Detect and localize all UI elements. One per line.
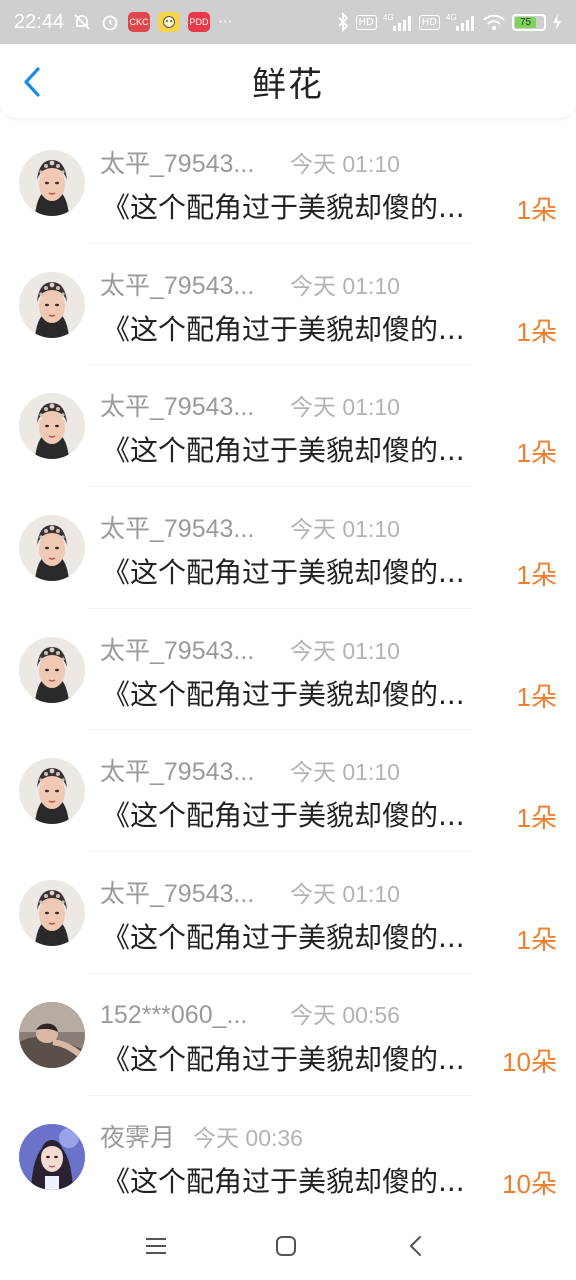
home-button[interactable]: [266, 1228, 306, 1264]
hd-icon: HD: [418, 14, 440, 30]
avatar[interactable]: [19, 271, 85, 338]
avatar[interactable]: [19, 758, 85, 825]
avatar[interactable]: [19, 636, 85, 703]
timestamp: 今天 01:10: [290, 637, 400, 664]
avatar[interactable]: [19, 1001, 85, 1068]
charging-icon: [552, 13, 562, 31]
book-title[interactable]: 《这个配角过于美貌却傻的...: [102, 673, 498, 713]
item-meta: 太平_79543... 今天 01:10: [100, 387, 400, 423]
list-item[interactable]: 太平_79543... 今天 01:10 《这个配角过于美貌却傻的... 1朵: [0, 487, 576, 609]
user-name[interactable]: 太平_79543...: [100, 387, 270, 423]
wifi-icon: [482, 12, 506, 32]
flower-record-list: 太平_79543... 今天 01:10 《这个配角过于美貌却傻的... 1朵 太平_7…: [0, 122, 576, 1218]
item-meta: 152***060_... 今天 00:56: [100, 996, 400, 1030]
item-meta: 太平_79543... 今天 01:10: [100, 266, 400, 302]
flower-count: 1朵: [516, 195, 557, 225]
user-name[interactable]: 太平_79543...: [100, 144, 270, 180]
flower-count: 1朵: [516, 925, 557, 956]
chevron-left-icon: [24, 67, 40, 97]
app-notification-icon: [158, 12, 181, 32]
list-item[interactable]: 太平_79543... 今天 01:10 《这个配角过于美貌却傻的... 1朵: [0, 609, 576, 731]
book-title[interactable]: 《这个配角过于美貌却傻的...: [102, 429, 498, 469]
user-name[interactable]: 夜霁月: [100, 1118, 175, 1154]
list-item[interactable]: 太平_79543... 今天 01:10 《这个配角过于美貌却傻的... 1朵: [0, 244, 576, 366]
book-title[interactable]: 《这个配角过于美貌却傻的...: [102, 916, 498, 956]
book-title[interactable]: 《这个配角过于美貌却傻的...: [102, 551, 498, 591]
avatar[interactable]: [19, 393, 85, 460]
list-item[interactable]: 太平_79543... 今天 01:10 《这个配角过于美貌却傻的... 1朵: [0, 365, 576, 488]
list-item[interactable]: 152***060_... 今天 00:56 《这个配角过于美貌却傻的... 10朵: [0, 974, 576, 1096]
avatar[interactable]: [19, 150, 85, 216]
status-left-icons: CKC PDD ···: [72, 12, 232, 32]
timestamp: 今天 01:10: [290, 151, 400, 177]
back-icon: [409, 1236, 421, 1256]
menu-icon: [146, 1238, 166, 1254]
app-notification-icon: CKC: [128, 12, 151, 32]
page-header: 鲜花: [0, 44, 576, 118]
user-name[interactable]: 太平_79543...: [100, 631, 270, 667]
menu-button[interactable]: [136, 1228, 176, 1264]
app-notification-icon: PDD: [188, 12, 211, 32]
item-meta: 太平_79543... 今天 01:10: [100, 144, 400, 180]
svg-text:4G: 4G: [383, 13, 394, 22]
timestamp: 今天 01:10: [290, 759, 400, 786]
system-back-button[interactable]: [396, 1228, 436, 1264]
status-right-icons: HD 4G HD 4G 75: [336, 12, 562, 32]
avatar[interactable]: [19, 515, 85, 582]
mute-bell-icon: [72, 12, 92, 32]
more-notifications-icon: ···: [218, 13, 233, 31]
book-title[interactable]: 《这个配角过于美貌却傻的...: [102, 308, 498, 348]
battery-icon: 75: [512, 13, 546, 31]
page-title: 鲜花: [252, 64, 324, 105]
back-button[interactable]: [14, 60, 50, 104]
item-meta: 太平_79543... 今天 01:10: [100, 752, 400, 788]
list-item[interactable]: 太平_79543... 今天 01:10 《这个配角过于美貌却傻的... 1朵: [0, 730, 576, 853]
item-meta: 夜霁月 今天 00:36: [100, 1118, 303, 1154]
user-name[interactable]: 152***060_...: [100, 1001, 270, 1030]
flower-count: 10朵: [502, 1168, 557, 1199]
flower-count: 1朵: [516, 803, 557, 834]
list-item[interactable]: 太平_79543... 今天 01:10 《这个配角过于美貌却傻的... 1朵: [0, 122, 576, 244]
flower-count: 1朵: [516, 681, 557, 712]
alarm-icon: [100, 12, 120, 32]
timestamp: 今天 01:10: [290, 516, 400, 543]
status-time: 22:44: [14, 10, 65, 33]
book-title[interactable]: 《这个配角过于美貌却傻的...: [102, 1160, 498, 1200]
signal-icon: 4G: [383, 12, 413, 32]
book-title[interactable]: 《这个配角过于美貌却傻的...: [102, 794, 498, 834]
user-name[interactable]: 太平_79543...: [100, 509, 270, 545]
list-item[interactable]: 夜霁月 今天 00:36 《这个配角过于美貌却傻的... 10朵: [0, 1096, 576, 1218]
home-icon: [276, 1236, 296, 1256]
book-title[interactable]: 《这个配角过于美貌却傻的...: [102, 186, 498, 226]
status-bar: 22:44 CKC PDD ··· HD 4G HD 4G 75: [0, 0, 576, 44]
user-name[interactable]: 太平_79543...: [100, 266, 270, 302]
timestamp: 今天 01:10: [290, 272, 400, 299]
user-name[interactable]: 太平_79543...: [100, 752, 270, 788]
avatar[interactable]: [19, 880, 85, 947]
timestamp: 今天 00:36: [193, 1124, 303, 1151]
hd-icon: HD: [355, 14, 377, 30]
flower-count: 1朵: [516, 560, 557, 591]
timestamp: 今天 00:56: [290, 1001, 400, 1028]
book-title[interactable]: 《这个配角过于美貌却傻的...: [102, 1038, 498, 1078]
flower-count: 1朵: [516, 438, 557, 469]
flower-count: 10朵: [502, 1046, 557, 1077]
user-name[interactable]: 太平_79543...: [100, 874, 270, 910]
item-meta: 太平_79543... 今天 01:10: [100, 874, 400, 910]
avatar[interactable]: [19, 1123, 85, 1190]
timestamp: 今天 01:10: [290, 394, 400, 421]
flower-count: 1朵: [516, 316, 557, 347]
svg-text:4G: 4G: [446, 13, 457, 22]
timestamp: 今天 01:10: [290, 881, 400, 908]
item-meta: 太平_79543... 今天 01:10: [100, 509, 400, 545]
signal-icon: 4G: [446, 12, 476, 32]
battery-level: 75: [515, 16, 536, 28]
system-nav-bar: [0, 1210, 576, 1280]
item-meta: 太平_79543... 今天 01:10: [100, 631, 400, 667]
list-item[interactable]: 太平_79543... 今天 01:10 《这个配角过于美貌却傻的... 1朵: [0, 852, 576, 974]
bluetooth-icon: [336, 12, 350, 32]
